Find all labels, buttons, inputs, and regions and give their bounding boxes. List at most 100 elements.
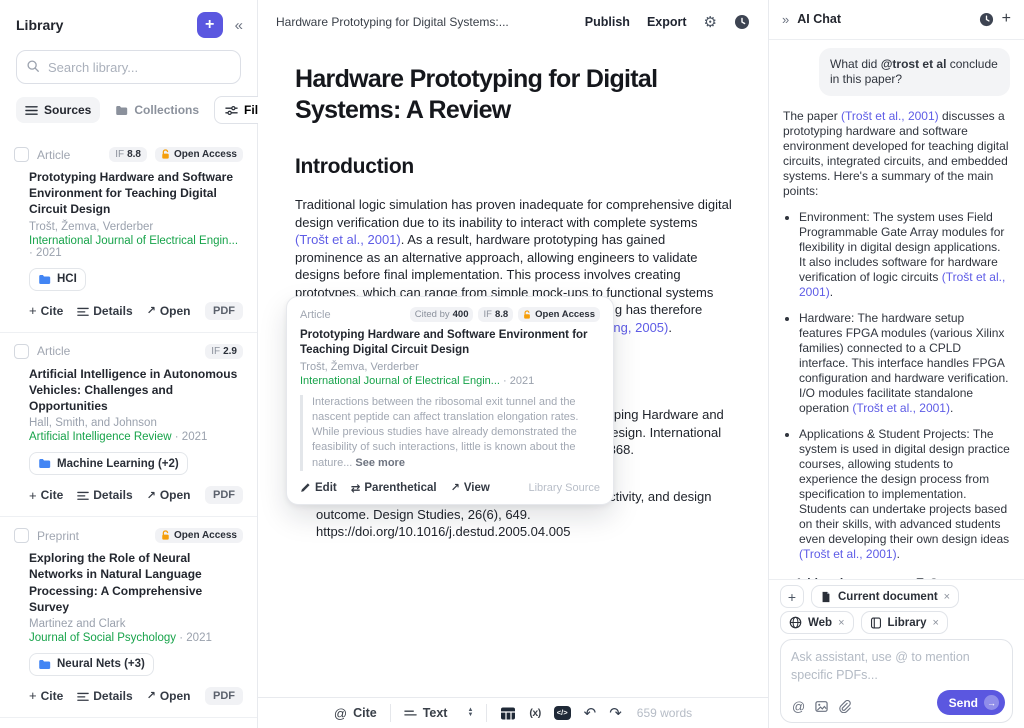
add-context-button[interactable]: + <box>780 585 804 608</box>
book-icon <box>870 617 881 628</box>
document-icon <box>822 591 830 602</box>
context-chip-web[interactable]: Web × <box>780 611 854 634</box>
globe-icon <box>789 616 802 629</box>
remove-chip-icon[interactable]: × <box>838 617 844 629</box>
external-link-icon: ↗ <box>146 690 156 703</box>
external-link-icon: ↗ <box>146 305 156 318</box>
collection-tag[interactable]: HCI <box>29 267 86 291</box>
ai-chat-panel: » AI Chat + What did @trost et al conclu… <box>768 0 1024 728</box>
document-name: Hardware Prototyping for Digital Systems… <box>276 15 509 29</box>
mention-icon[interactable]: @ <box>792 699 805 714</box>
cite-button[interactable]: + Cite <box>29 303 63 318</box>
popup-source-type: Article <box>300 308 331 321</box>
source-card[interactable]: Article IF 8.8 Open Access Prototyping Ha… <box>0 136 257 332</box>
search-input[interactable] <box>16 50 241 84</box>
history-clock-icon[interactable] <box>734 14 750 30</box>
chat-history-icon[interactable] <box>979 12 994 27</box>
popup-journal: International Journal of Electrical Engi… <box>300 374 535 387</box>
remove-chip-icon[interactable]: × <box>933 617 939 629</box>
section-heading-introduction[interactable]: Introduction <box>295 155 734 179</box>
library-search <box>16 50 241 84</box>
popup-title: Prototyping Hardware and Software Enviro… <box>300 329 588 356</box>
select-checkbox[interactable] <box>14 343 29 359</box>
popup-authors: Trošt, Žemva, Verderber <box>300 360 419 373</box>
settings-gear-icon[interactable]: ⚙ <box>704 15 717 30</box>
pdf-badge[interactable]: PDF <box>205 686 243 705</box>
collapse-chat-icon[interactable]: » <box>782 12 789 27</box>
library-header: Library + « <box>0 0 257 48</box>
context-chip-library[interactable]: Library × <box>860 611 948 634</box>
document-title[interactable]: Hardware Prototyping for Digital Systems… <box>295 64 734 125</box>
edit-citation-button[interactable]: Edit <box>300 482 337 494</box>
citation-link[interactable]: (Trošt et al., 2001) <box>799 547 897 561</box>
chat-header: » AI Chat + <box>769 0 1024 40</box>
library-source-label: Library Source <box>528 481 600 494</box>
plus-icon: + <box>204 16 215 33</box>
cite-toolbar-button[interactable]: @ Cite <box>334 706 377 721</box>
source-card[interactable]: Article IF8.8 Open Access Artificial Int… <box>0 716 257 728</box>
send-button[interactable]: Send → <box>936 690 1005 715</box>
citation-popup: Article Cited by 400 IF 8.8 Open Access Pr… <box>286 296 614 505</box>
chat-messages: What did @trost et al conclude in this p… <box>769 40 1024 579</box>
insert-code-button[interactable]: </> <box>553 706 571 720</box>
text-style-select[interactable]: Text ▲ ▼ <box>403 706 474 720</box>
tab-sources[interactable]: Sources <box>16 97 101 123</box>
unlock-icon <box>162 530 169 540</box>
collapse-sidebar-icon[interactable]: « <box>235 17 243 34</box>
details-icon <box>77 692 90 701</box>
context-chip-current-document[interactable]: Current document × <box>811 585 960 608</box>
insert-table-button[interactable] <box>500 706 516 721</box>
at-icon: @ <box>333 705 348 721</box>
tab-collections[interactable]: Collections <box>106 97 208 123</box>
select-caret-icon: ▲ ▼ <box>467 707 474 718</box>
pdf-badge[interactable]: PDF <box>205 301 243 320</box>
chat-input[interactable] <box>791 648 1002 688</box>
new-chat-button[interactable]: + <box>1002 10 1011 28</box>
insert-equation-button[interactable]: (x) <box>529 707 541 719</box>
source-card[interactable]: Article IF 2.9 Artificial Intelligence in… <box>0 331 257 517</box>
folder-icon <box>39 459 51 469</box>
select-checkbox[interactable] <box>14 147 29 162</box>
citation-link[interactable]: (Trošt et al., 2001) <box>841 109 939 123</box>
details-button[interactable]: Details <box>77 488 133 502</box>
chat-composer: + Current document × Web × Library × @ <box>769 579 1024 728</box>
export-button[interactable]: Export <box>647 15 687 29</box>
folder-icon <box>116 105 128 115</box>
source-title: Prototyping Hardware and Software Enviro… <box>29 170 234 217</box>
open-button[interactable]: ↗ Open <box>147 304 191 318</box>
view-source-button[interactable]: ↗ View <box>451 481 490 495</box>
source-type: Article <box>37 147 71 162</box>
select-checkbox[interactable] <box>14 528 29 544</box>
unlock-icon <box>524 309 531 319</box>
open-button[interactable]: ↗ Open <box>147 488 191 502</box>
redo-button[interactable]: ↷ <box>609 706 622 721</box>
open-access-badge: Open Access <box>518 307 600 322</box>
citation-link[interactable]: (Trošt et al., 2001) <box>295 232 401 247</box>
see-more-link[interactable]: See more <box>355 457 405 469</box>
attachment-icon[interactable] <box>838 700 852 713</box>
details-button[interactable]: Details <box>77 689 133 703</box>
cite-button[interactable]: + Cite <box>29 688 63 703</box>
source-authors: Martinez and Clark <box>29 617 126 630</box>
add-source-button[interactable]: + <box>196 12 223 38</box>
swap-icon: ⇄ <box>350 482 361 495</box>
source-journal: International Journal of Electrical Engi… <box>29 234 239 259</box>
citation-link[interactable]: (Trošt et al., 2001) <box>852 401 950 415</box>
search-icon <box>26 59 40 73</box>
document-canvas[interactable]: Hardware Prototyping for Digital Systems… <box>258 44 768 697</box>
chat-input-box[interactable]: @ Send → <box>780 639 1013 723</box>
editor-topbar: Hardware Prototyping for Digital Systems… <box>258 0 768 44</box>
collection-tag[interactable]: Machine Learning (+2) <box>29 452 188 476</box>
publish-button[interactable]: Publish <box>585 15 630 29</box>
collection-tag[interactable]: Neural Nets (+3) <box>29 652 154 676</box>
image-icon[interactable] <box>815 700 828 713</box>
undo-button[interactable]: ↶ <box>584 706 597 721</box>
cite-button[interactable]: + Cite <box>29 488 63 503</box>
details-button[interactable]: Details <box>77 304 133 318</box>
pdf-badge[interactable]: PDF <box>205 486 243 505</box>
open-button[interactable]: ↗ Open <box>147 689 191 703</box>
source-card[interactable]: Preprint Open Access Exploring the Role … <box>0 516 257 717</box>
parenthetical-toggle[interactable]: ⇄ Parenthetical <box>351 481 437 495</box>
remove-chip-icon[interactable]: × <box>944 591 950 603</box>
unlock-icon <box>162 149 169 159</box>
